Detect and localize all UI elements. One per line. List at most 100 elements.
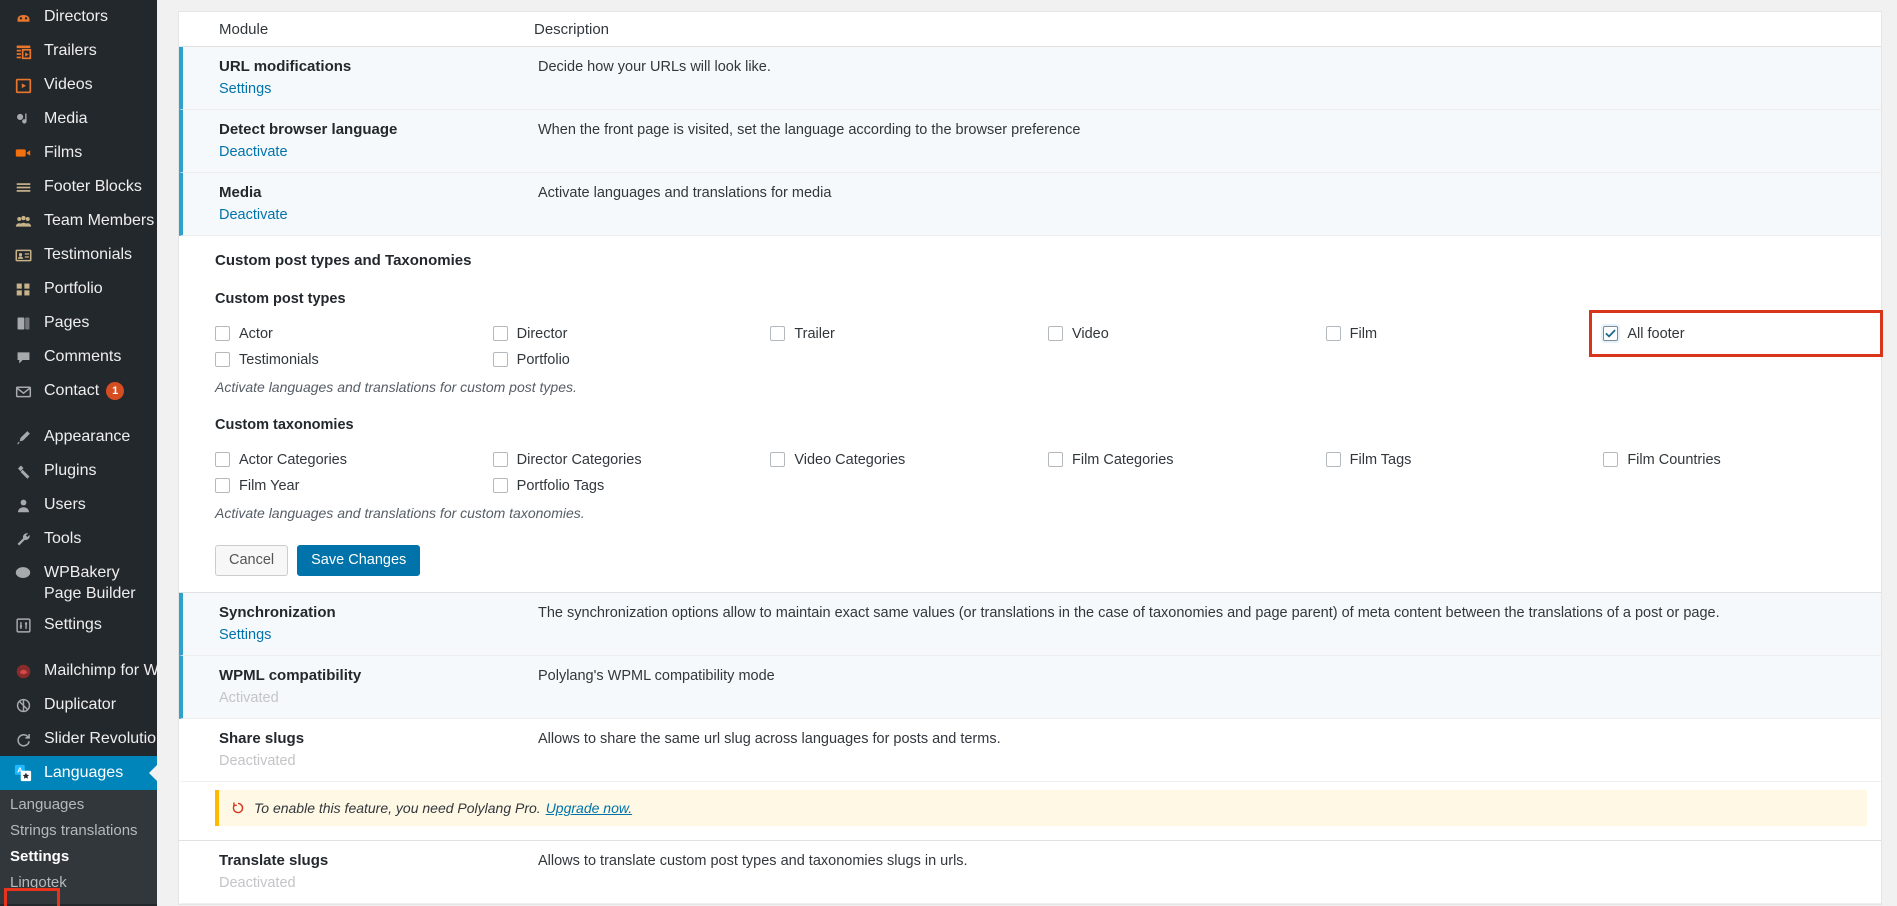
- taxonomy-checkbox-film-year[interactable]: Film Year: [215, 475, 493, 496]
- taxonomy-checkbox-film-tags[interactable]: Film Tags: [1325, 449, 1604, 470]
- sidebar-item-films[interactable]: Films: [0, 136, 157, 170]
- films-icon: [10, 142, 36, 164]
- module-action-link[interactable]: Settings: [219, 79, 538, 99]
- users-icon: [10, 494, 36, 516]
- description-cell: The synchronization options allow to mai…: [538, 593, 1881, 655]
- checkbox-label: Testimonials: [239, 351, 319, 368]
- module-action-link: Activated: [219, 690, 279, 706]
- sidebar-item-slider-revolution[interactable]: Slider Revolution: [0, 722, 157, 756]
- sidebar-item-tools[interactable]: Tools: [0, 522, 157, 556]
- sidebar-item-trailers[interactable]: Trailers: [0, 34, 157, 68]
- save-changes-button[interactable]: Save Changes: [297, 545, 421, 576]
- submenu-item-strings-translations[interactable]: Strings translations: [0, 818, 157, 844]
- sidebar-item-team-members[interactable]: Team Members: [0, 204, 157, 238]
- custom-taxonomies-label: Custom taxonomies: [215, 417, 354, 433]
- sidebar-item-label: Footer Blocks: [44, 178, 142, 195]
- sidebar-item-label: WPBakery Page Builder: [44, 564, 136, 602]
- footer-blocks-icon: [10, 176, 36, 198]
- upgrade-now-link[interactable]: Upgrade now.: [546, 800, 632, 816]
- post-type-checkbox-all-footer[interactable]: All footer: [1603, 323, 1881, 344]
- taxonomy-checkbox-actor-categories[interactable]: Actor Categories: [215, 449, 493, 470]
- sidebar-item-label: Appearance: [44, 428, 131, 445]
- checkbox-icon: [215, 478, 230, 493]
- sidebar-item-appearance[interactable]: Appearance: [0, 420, 157, 454]
- sidebar-item-videos[interactable]: Videos: [0, 68, 157, 102]
- sidebar-item-duplicator[interactable]: Duplicator: [0, 688, 157, 722]
- taxonomy-checkbox-portfolio-tags[interactable]: Portfolio Tags: [492, 475, 771, 496]
- submenu-item-lingotek[interactable]: Lingotek: [0, 870, 157, 896]
- checkbox-label: Film: [1349, 325, 1378, 342]
- checkbox-label: Director: [516, 325, 568, 342]
- sidebar-item-wpbakery-page-builder[interactable]: WPBakery Page Builder: [0, 556, 157, 608]
- taxonomy-checkbox-video-categories[interactable]: Video Categories: [770, 449, 1048, 470]
- taxonomy-checkbox-film-categories[interactable]: Film Categories: [1047, 449, 1326, 470]
- languages-icon: A: [10, 762, 36, 784]
- checkbox-icon: [215, 352, 230, 367]
- post-type-checkbox-video[interactable]: Video: [1047, 323, 1326, 344]
- sidebar-item-languages[interactable]: A Languages: [0, 756, 157, 790]
- sidebar-item-footer-blocks[interactable]: Footer Blocks: [0, 170, 157, 204]
- table-row: Synchronization Settings The synchronizati…: [179, 593, 1881, 656]
- sidebar-item-label: Portfolio: [44, 280, 103, 297]
- duplicator-icon: [10, 694, 36, 716]
- sidebar-item-media[interactable]: Media: [0, 102, 157, 136]
- sidebar-item-users[interactable]: Users: [0, 488, 157, 522]
- module-cell: Detect browser language Deactivate: [183, 110, 538, 172]
- post-type-checkbox-actor[interactable]: Actor: [215, 323, 493, 344]
- sidebar-item-testimonials[interactable]: Testimonials: [0, 238, 157, 272]
- pro-notice-wrapper: To enable this feature, you need Polylan…: [179, 782, 1881, 841]
- submenu-item-languages[interactable]: Languages: [0, 792, 157, 818]
- table-row: URL modifications Settings Decide how your…: [179, 47, 1881, 110]
- checkbox-icon: [492, 352, 508, 367]
- module-cell: URL modifications Settings: [183, 47, 538, 109]
- custom-taxonomies-hint: Activate languages and translations for …: [215, 505, 585, 521]
- menu-separator: [0, 408, 157, 420]
- module-title: WPML compatibility: [219, 667, 362, 684]
- sidebar-item-contact[interactable]: Contact 1: [0, 374, 157, 408]
- checkbox-checked-icon: [1603, 326, 1619, 341]
- custom-post-types-label: Custom post types: [215, 291, 346, 307]
- module-description: Polylang's WPML compatibility mode: [538, 668, 775, 684]
- table-row: Detect browser language Deactivate When th…: [179, 110, 1881, 173]
- checkbox-label: Trailer: [794, 325, 835, 342]
- cancel-button[interactable]: Cancel: [215, 545, 289, 576]
- table-header: Module Description: [179, 12, 1881, 47]
- sidebar-item-settings[interactable]: Settings: [0, 608, 157, 642]
- checkbox-icon: [492, 326, 508, 341]
- checkbox-icon: [770, 326, 786, 341]
- checkbox-icon: [1325, 326, 1341, 341]
- column-header-description: Description: [534, 20, 610, 38]
- post-type-checkbox-portfolio[interactable]: Portfolio: [492, 349, 771, 370]
- form-actions: Cancel Save Changes: [179, 545, 1881, 576]
- wpbakery-icon: [10, 562, 36, 584]
- admin-sidebar: Directors Trailers Videos Media Films Footer …: [0, 0, 157, 906]
- trailers-icon: [10, 40, 36, 62]
- description-cell: When the front page is visited, set the …: [538, 110, 1881, 172]
- module-action-link[interactable]: Deactivate: [219, 142, 538, 162]
- submenu-item-settings[interactable]: Settings: [0, 844, 157, 870]
- sidebar-item-directors[interactable]: Directors: [0, 0, 157, 34]
- sidebar-item-pages[interactable]: Pages: [0, 306, 157, 340]
- checkbox-label: Film Tags: [1349, 451, 1412, 468]
- checkbox-icon: [492, 478, 508, 493]
- sidebar-item-label: Tools: [44, 530, 82, 547]
- post-type-checkbox-film[interactable]: Film: [1325, 323, 1604, 344]
- checkbox-label: Film Categories: [1071, 451, 1174, 468]
- post-type-checkbox-testimonials[interactable]: Testimonials: [215, 349, 493, 370]
- taxonomy-checkbox-film-countries[interactable]: Film Countries: [1603, 449, 1881, 470]
- taxonomy-checkbox-director-categories[interactable]: Director Categories: [492, 449, 771, 470]
- module-title: Synchronization: [219, 604, 336, 621]
- post-type-checkbox-director[interactable]: Director: [492, 323, 771, 344]
- sidebar-item-label: Comments: [44, 348, 122, 365]
- sidebar-item-plugins[interactable]: Plugins: [0, 454, 157, 488]
- module-description: When the front page is visited, set the …: [538, 122, 1081, 138]
- sidebar-item-mailchimp-for-wp[interactable]: Mailchimp for WP: [0, 654, 157, 688]
- module-action-link[interactable]: Settings: [219, 625, 538, 645]
- post-type-checkbox-trailer[interactable]: Trailer: [770, 323, 1048, 344]
- description-cell: Activate languages and translations for …: [538, 173, 1881, 235]
- module-action-link[interactable]: Deactivate: [219, 205, 538, 225]
- sidebar-item-comments[interactable]: Comments: [0, 340, 157, 374]
- description-cell: Decide how your URLs will look like.: [538, 47, 1881, 109]
- description-cell: Polylang's WPML compatibility mode: [538, 656, 1881, 718]
- sidebar-item-portfolio[interactable]: Portfolio: [0, 272, 157, 306]
